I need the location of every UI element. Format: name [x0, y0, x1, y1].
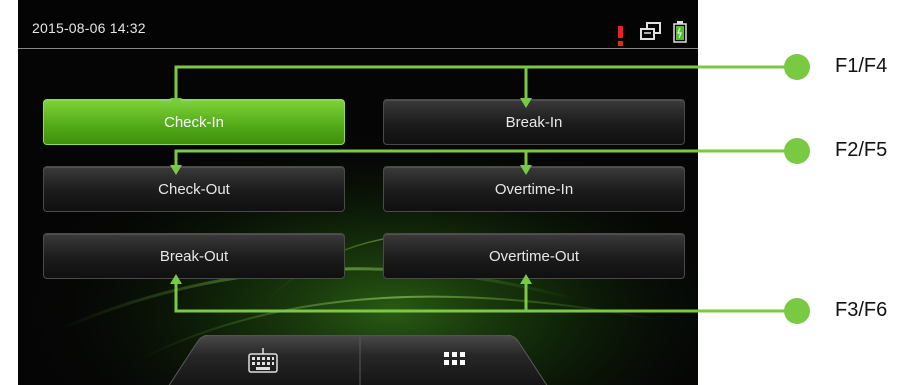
callout-line-f2 [174, 149, 795, 168]
function-key-f2-f5: F2/F5 [835, 139, 888, 161]
arrow-check-out [170, 165, 182, 175]
callout-line-f3 [174, 281, 795, 313]
callout-group-1 [174, 65, 795, 313]
callout-dot-f3 [784, 298, 810, 324]
callout-line-f1 [174, 65, 795, 101]
function-key-f1-f4: F1/F4 [835, 55, 888, 77]
callout-lines [170, 54, 810, 324]
arrow-break-out [170, 274, 182, 284]
arrow-break-in [520, 98, 532, 108]
arrow-overtime-out [520, 274, 532, 284]
arrow-overtime-in [520, 165, 532, 175]
function-key-f3-f6: F3/F6 [835, 299, 888, 321]
arrow-check-in [170, 98, 182, 108]
callout-dot-f1 [784, 54, 810, 80]
callout-dot-f2 [784, 138, 810, 164]
